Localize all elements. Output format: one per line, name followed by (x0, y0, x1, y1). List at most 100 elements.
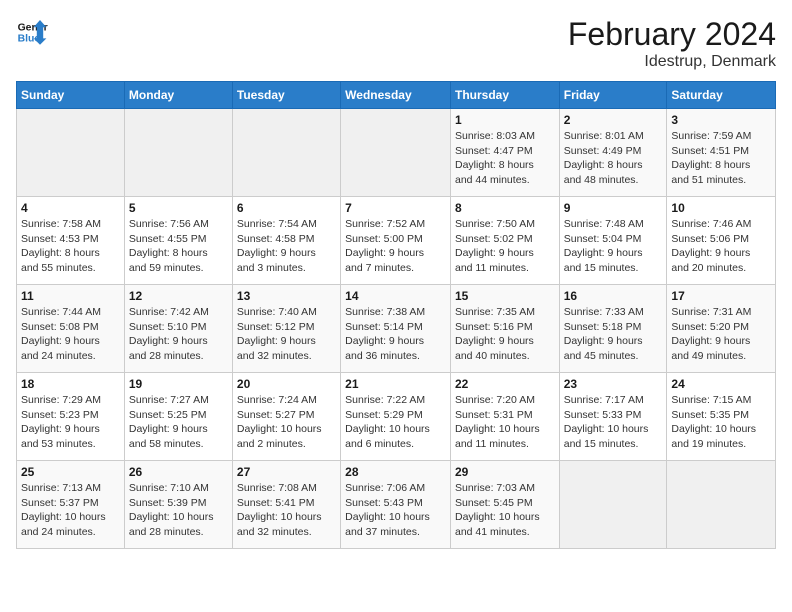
calendar-cell: 3 Sunrise: 7:59 AM Sunset: 4:51 PM Daylig… (667, 109, 776, 197)
day-info: Sunrise: 8:03 AM Sunset: 4:47 PM Dayligh… (455, 129, 555, 188)
calendar-cell: 28 Sunrise: 7:06 AM Sunset: 5:43 PM Dayli… (341, 461, 451, 549)
col-tuesday: Tuesday (232, 82, 340, 109)
calendar-cell (124, 109, 232, 197)
calendar-cell: 2 Sunrise: 8:01 AM Sunset: 4:49 PM Daylig… (559, 109, 667, 197)
day-number: 23 (564, 377, 663, 391)
calendar-cell: 16 Sunrise: 7:33 AM Sunset: 5:18 PM Dayli… (559, 285, 667, 373)
day-info: Sunrise: 7:33 AM Sunset: 5:18 PM Dayligh… (564, 305, 663, 364)
calendar-week-row: 18 Sunrise: 7:29 AM Sunset: 5:23 PM Dayli… (17, 373, 776, 461)
day-number: 24 (671, 377, 771, 391)
day-number: 11 (21, 289, 120, 303)
day-info: Sunrise: 7:22 AM Sunset: 5:29 PM Dayligh… (345, 393, 446, 452)
calendar-cell: 15 Sunrise: 7:35 AM Sunset: 5:16 PM Dayli… (450, 285, 559, 373)
calendar-cell (232, 109, 340, 197)
day-info: Sunrise: 7:20 AM Sunset: 5:31 PM Dayligh… (455, 393, 555, 452)
day-number: 4 (21, 201, 120, 215)
day-number: 5 (129, 201, 228, 215)
day-info: Sunrise: 7:44 AM Sunset: 5:08 PM Dayligh… (21, 305, 120, 364)
day-number: 7 (345, 201, 446, 215)
col-wednesday: Wednesday (341, 82, 451, 109)
day-number: 29 (455, 465, 555, 479)
day-info: Sunrise: 7:06 AM Sunset: 5:43 PM Dayligh… (345, 481, 446, 540)
day-number: 6 (237, 201, 336, 215)
logo-icon: General Blue (16, 16, 48, 48)
calendar-cell: 24 Sunrise: 7:15 AM Sunset: 5:35 PM Dayli… (667, 373, 776, 461)
calendar-cell: 14 Sunrise: 7:38 AM Sunset: 5:14 PM Dayli… (341, 285, 451, 373)
calendar-cell (341, 109, 451, 197)
col-thursday: Thursday (450, 82, 559, 109)
day-info: Sunrise: 7:46 AM Sunset: 5:06 PM Dayligh… (671, 217, 771, 276)
calendar-cell: 9Sunrise: 7:48 AM Sunset: 5:04 PM Daylig… (559, 197, 667, 285)
calendar-cell: 17 Sunrise: 7:31 AM Sunset: 5:20 PM Dayli… (667, 285, 776, 373)
calendar-cell: 11 Sunrise: 7:44 AM Sunset: 5:08 PM Dayli… (17, 285, 125, 373)
calendar-cell: 12 Sunrise: 7:42 AM Sunset: 5:10 PM Dayli… (124, 285, 232, 373)
day-info: Sunrise: 7:50 AM Sunset: 5:02 PM Dayligh… (455, 217, 555, 276)
day-number: 14 (345, 289, 446, 303)
title-area: February 2024 Idestrup, Denmark (568, 16, 776, 71)
day-number: 1 (455, 113, 555, 127)
calendar-week-row: 11 Sunrise: 7:44 AM Sunset: 5:08 PM Dayli… (17, 285, 776, 373)
day-number: 3 (671, 113, 771, 127)
day-info: Sunrise: 7:48 AM Sunset: 5:04 PM Dayligh… (564, 217, 663, 276)
day-number: 17 (671, 289, 771, 303)
calendar-cell: 20Sunrise: 7:24 AM Sunset: 5:27 PM Dayli… (232, 373, 340, 461)
calendar-week-row: 1 Sunrise: 8:03 AM Sunset: 4:47 PM Daylig… (17, 109, 776, 197)
calendar-header-row: Sunday Monday Tuesday Wednesday Thursday… (17, 82, 776, 109)
day-number: 8 (455, 201, 555, 215)
calendar-cell: 13 Sunrise: 7:40 AM Sunset: 5:12 PM Dayli… (232, 285, 340, 373)
day-info: Sunrise: 7:13 AM Sunset: 5:37 PM Dayligh… (21, 481, 120, 540)
day-number: 2 (564, 113, 663, 127)
day-info: Sunrise: 7:03 AM Sunset: 5:45 PM Dayligh… (455, 481, 555, 540)
col-monday: Monday (124, 82, 232, 109)
calendar-table: Sunday Monday Tuesday Wednesday Thursday… (16, 81, 776, 549)
calendar-cell (17, 109, 125, 197)
day-info: Sunrise: 7:40 AM Sunset: 5:12 PM Dayligh… (237, 305, 336, 364)
day-info: Sunrise: 7:08 AM Sunset: 5:41 PM Dayligh… (237, 481, 336, 540)
day-number: 22 (455, 377, 555, 391)
calendar-cell: 29 Sunrise: 7:03 AM Sunset: 5:45 PM Dayli… (450, 461, 559, 549)
calendar-week-row: 25Sunrise: 7:13 AM Sunset: 5:37 PM Dayli… (17, 461, 776, 549)
day-info: Sunrise: 7:31 AM Sunset: 5:20 PM Dayligh… (671, 305, 771, 364)
col-saturday: Saturday (667, 82, 776, 109)
day-number: 13 (237, 289, 336, 303)
col-friday: Friday (559, 82, 667, 109)
calendar-cell: 18 Sunrise: 7:29 AM Sunset: 5:23 PM Dayli… (17, 373, 125, 461)
day-number: 16 (564, 289, 663, 303)
page-header: General Blue February 2024 Idestrup, Den… (16, 16, 776, 71)
calendar-cell: 8 Sunrise: 7:50 AM Sunset: 5:02 PM Daylig… (450, 197, 559, 285)
day-info: Sunrise: 7:10 AM Sunset: 5:39 PM Dayligh… (129, 481, 228, 540)
calendar-cell: 26 Sunrise: 7:10 AM Sunset: 5:39 PM Dayli… (124, 461, 232, 549)
day-number: 27 (237, 465, 336, 479)
calendar-cell: 6Sunrise: 7:54 AM Sunset: 4:58 PM Daylig… (232, 197, 340, 285)
day-info: Sunrise: 8:01 AM Sunset: 4:49 PM Dayligh… (564, 129, 663, 188)
day-number: 26 (129, 465, 228, 479)
day-number: 21 (345, 377, 446, 391)
calendar-cell: 21 Sunrise: 7:22 AM Sunset: 5:29 PM Dayli… (341, 373, 451, 461)
day-number: 18 (21, 377, 120, 391)
page-title: February 2024 (568, 16, 776, 53)
day-info: Sunrise: 7:42 AM Sunset: 5:10 PM Dayligh… (129, 305, 228, 364)
calendar-cell (559, 461, 667, 549)
day-number: 10 (671, 201, 771, 215)
day-number: 28 (345, 465, 446, 479)
calendar-cell: 10 Sunrise: 7:46 AM Sunset: 5:06 PM Dayli… (667, 197, 776, 285)
day-info: Sunrise: 7:38 AM Sunset: 5:14 PM Dayligh… (345, 305, 446, 364)
day-info: Sunrise: 7:24 AM Sunset: 5:27 PM Dayligh… (237, 393, 336, 452)
day-number: 19 (129, 377, 228, 391)
calendar-cell: 1 Sunrise: 8:03 AM Sunset: 4:47 PM Daylig… (450, 109, 559, 197)
calendar-week-row: 4 Sunrise: 7:58 AM Sunset: 4:53 PM Daylig… (17, 197, 776, 285)
day-info: Sunrise: 7:35 AM Sunset: 5:16 PM Dayligh… (455, 305, 555, 364)
calendar-cell: 4 Sunrise: 7:58 AM Sunset: 4:53 PM Daylig… (17, 197, 125, 285)
day-info: Sunrise: 7:59 AM Sunset: 4:51 PM Dayligh… (671, 129, 771, 188)
day-number: 15 (455, 289, 555, 303)
calendar-cell: 22 Sunrise: 7:20 AM Sunset: 5:31 PM Dayli… (450, 373, 559, 461)
logo: General Blue (16, 16, 48, 48)
day-number: 12 (129, 289, 228, 303)
calendar-cell: 5Sunrise: 7:56 AM Sunset: 4:55 PM Daylig… (124, 197, 232, 285)
day-info: Sunrise: 7:52 AM Sunset: 5:00 PM Dayligh… (345, 217, 446, 276)
day-info: Sunrise: 7:29 AM Sunset: 5:23 PM Dayligh… (21, 393, 120, 452)
day-info: Sunrise: 7:58 AM Sunset: 4:53 PM Dayligh… (21, 217, 120, 276)
calendar-cell (667, 461, 776, 549)
day-info: Sunrise: 7:15 AM Sunset: 5:35 PM Dayligh… (671, 393, 771, 452)
day-info: Sunrise: 7:17 AM Sunset: 5:33 PM Dayligh… (564, 393, 663, 452)
